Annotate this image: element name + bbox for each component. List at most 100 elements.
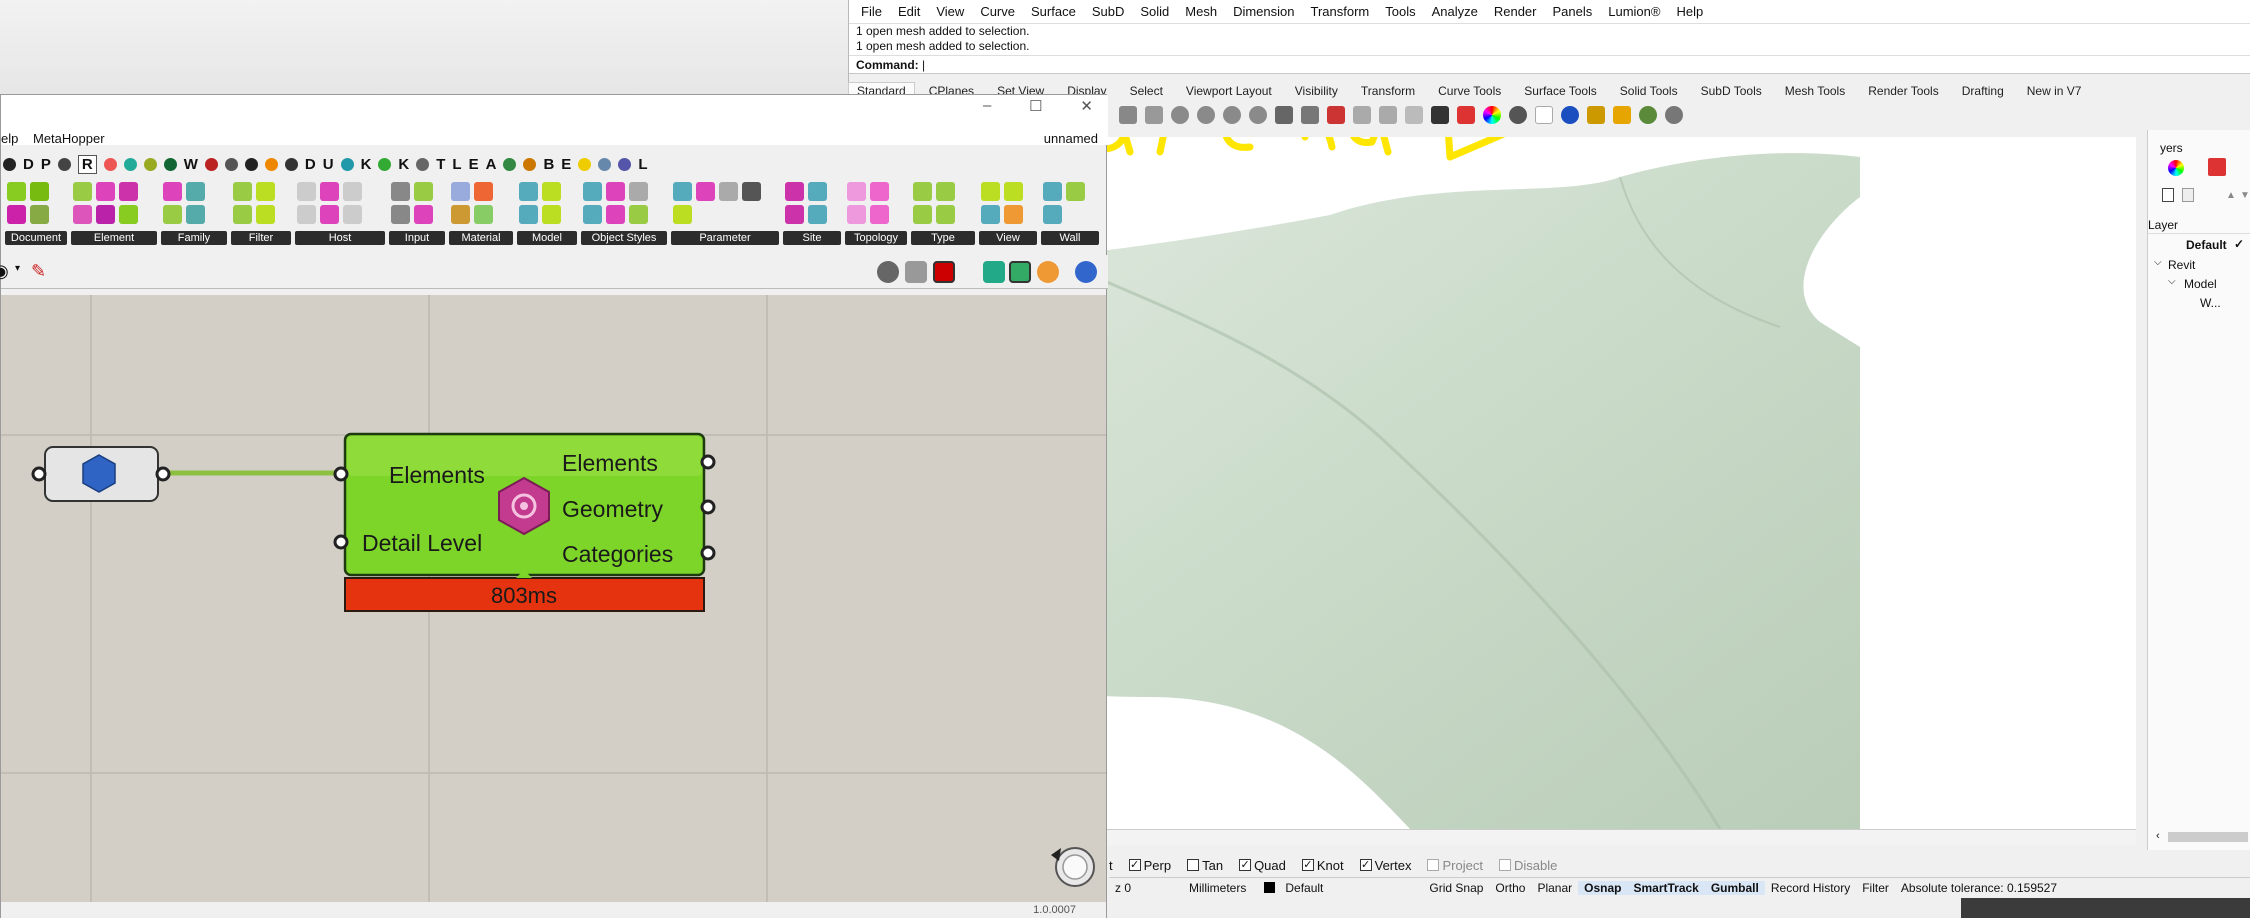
osnap-quad[interactable]: ✓ Quad bbox=[1239, 858, 1286, 873]
checkbox[interactable] bbox=[1187, 859, 1200, 871]
tab-mesh-tools[interactable]: Mesh Tools bbox=[1785, 84, 1845, 98]
checkbox[interactable] bbox=[1498, 859, 1511, 871]
osnap-knot[interactable]: ✓ Knot bbox=[1301, 858, 1344, 873]
horizontal-scrollbar[interactable] bbox=[2168, 832, 2248, 842]
tab-icon[interactable] bbox=[244, 157, 258, 171]
output-grip-geometry[interactable] bbox=[700, 499, 716, 515]
hide-icon[interactable] bbox=[1353, 106, 1371, 124]
tab-icon[interactable] bbox=[163, 157, 177, 171]
blank-icon[interactable] bbox=[1535, 106, 1553, 124]
preview-icon[interactable] bbox=[877, 261, 899, 283]
tab-icon[interactable] bbox=[123, 157, 137, 171]
tab-new-in-v7[interactable]: New in V7 bbox=[2027, 84, 2082, 98]
tab-l2[interactable]: L bbox=[638, 156, 647, 173]
light-icon[interactable] bbox=[1405, 106, 1423, 124]
selected-preview-icon[interactable] bbox=[983, 261, 1005, 283]
status-ortho[interactable]: Ortho bbox=[1489, 881, 1531, 895]
tab-k[interactable]: K bbox=[361, 156, 372, 173]
menu-surface[interactable]: Surface bbox=[1031, 4, 1076, 19]
menu-subd[interactable]: SubD bbox=[1092, 4, 1125, 19]
tab-visibility[interactable]: Visibility bbox=[1295, 84, 1338, 98]
color-wheel-icon[interactable] bbox=[1483, 106, 1501, 124]
close-icon[interactable]: ✕ bbox=[1080, 97, 1093, 117]
tab-transform[interactable]: Transform bbox=[1361, 84, 1415, 98]
tab-icon[interactable] bbox=[264, 157, 278, 171]
checkbox[interactable]: ✓ bbox=[1239, 859, 1252, 871]
tab-w[interactable]: W bbox=[184, 156, 198, 173]
material-preview-icon[interactable] bbox=[1037, 261, 1059, 283]
wireframe-icon[interactable] bbox=[905, 261, 927, 283]
menu-render[interactable]: Render bbox=[1494, 4, 1537, 19]
tab-drafting[interactable]: Drafting bbox=[1962, 84, 2004, 98]
new-sublayer-icon[interactable] bbox=[2182, 188, 2194, 202]
input-grip-elements[interactable] bbox=[333, 466, 349, 482]
sketch-pen-icon[interactable]: ✎ bbox=[31, 261, 46, 282]
layer-default[interactable]: Default bbox=[2186, 238, 2227, 252]
tab-k2[interactable]: K bbox=[398, 156, 409, 173]
chevron-down-icon[interactable]: ⌵ bbox=[2168, 276, 2176, 287]
menu-transform[interactable]: Transform bbox=[1310, 4, 1369, 19]
tab-surface-tools[interactable]: Surface Tools bbox=[1524, 84, 1597, 98]
tab-d[interactable]: D bbox=[23, 156, 34, 173]
layer-model[interactable]: Model bbox=[2184, 277, 2217, 291]
tab-subd-tools[interactable]: SubD Tools bbox=[1701, 84, 1762, 98]
tab-l[interactable]: L bbox=[452, 156, 461, 173]
tab-b[interactable]: B bbox=[543, 156, 554, 173]
menu-help[interactable]: Help bbox=[1676, 4, 1703, 19]
show-icon[interactable] bbox=[1379, 106, 1397, 124]
chevron-down-icon[interactable]: ⌵ bbox=[2154, 257, 2162, 268]
tab-icon[interactable] bbox=[284, 157, 298, 171]
status-smarttrack[interactable]: SmartTrack bbox=[1627, 880, 1705, 895]
osnap-disable[interactable]: Disable bbox=[1498, 858, 1557, 873]
mesh-preview-icon[interactable] bbox=[1009, 261, 1031, 283]
tab-icon[interactable] bbox=[578, 157, 592, 171]
status-planar[interactable]: Planar bbox=[1531, 881, 1578, 895]
layer-stack-icon[interactable] bbox=[2208, 158, 2226, 176]
tab-icon[interactable] bbox=[618, 157, 632, 171]
osnap-vertex[interactable]: ✓ Vertex bbox=[1359, 858, 1411, 873]
undo-view-icon[interactable] bbox=[1275, 106, 1293, 124]
lock-icon[interactable] bbox=[1431, 106, 1449, 124]
tab-icon[interactable] bbox=[103, 157, 117, 171]
current-layer[interactable]: Default bbox=[1258, 881, 1335, 895]
checkbox[interactable] bbox=[1427, 859, 1440, 871]
script-icon[interactable] bbox=[1613, 106, 1631, 124]
tab-icon[interactable] bbox=[523, 157, 537, 171]
tab-icon[interactable] bbox=[503, 157, 517, 171]
tab-solid-tools[interactable]: Solid Tools bbox=[1620, 84, 1678, 98]
checkbox[interactable]: ✓ bbox=[1128, 859, 1141, 871]
maximize-icon[interactable]: ☐ bbox=[1029, 97, 1042, 117]
tab-select[interactable]: Select bbox=[1130, 84, 1163, 98]
status-record-history[interactable]: Record History bbox=[1765, 881, 1856, 895]
tab-icon[interactable] bbox=[598, 157, 612, 171]
units-label[interactable]: Millimeters bbox=[1183, 881, 1252, 895]
tab-e[interactable]: E bbox=[469, 156, 479, 173]
tab-r[interactable]: R bbox=[77, 154, 97, 174]
render-sphere-icon[interactable] bbox=[1509, 106, 1527, 124]
zoom-extents-icon[interactable] bbox=[1223, 106, 1241, 124]
car-icon[interactable] bbox=[1327, 106, 1345, 124]
grasshopper-canvas[interactable]: Elements Detail Level Elements Geometry … bbox=[1, 295, 1106, 902]
osnap-project[interactable]: Project bbox=[1427, 858, 1483, 873]
menu-tools[interactable]: Tools bbox=[1385, 4, 1415, 19]
menu-solid[interactable]: Solid bbox=[1140, 4, 1169, 19]
move-down-icon[interactable]: ▼ bbox=[2240, 190, 2250, 201]
menu-metahopper[interactable]: MetaHopper bbox=[33, 131, 105, 146]
menu-edit[interactable]: Edit bbox=[898, 4, 920, 19]
tab-icon[interactable] bbox=[57, 157, 71, 171]
tab-d[interactable]: D bbox=[305, 156, 316, 173]
output-grip[interactable] bbox=[155, 466, 171, 482]
eye-icon[interactable]: ◉ bbox=[0, 261, 9, 282]
menu-panels[interactable]: Panels bbox=[1552, 4, 1592, 19]
osnap-perp[interactable]: ✓ Perp bbox=[1128, 858, 1171, 873]
tab-icon[interactable] bbox=[224, 157, 238, 171]
tab-p[interactable]: P bbox=[41, 156, 51, 173]
tab-t[interactable]: T bbox=[436, 156, 445, 173]
material-sphere-icon[interactable] bbox=[1561, 106, 1579, 124]
move-up-icon[interactable]: ▲ bbox=[2226, 190, 2236, 201]
menu-dimension[interactable]: Dimension bbox=[1233, 4, 1294, 19]
globe-icon[interactable] bbox=[1075, 261, 1097, 283]
command-prompt[interactable]: Command: | bbox=[849, 55, 2250, 74]
layer-wall[interactable]: W... bbox=[2200, 296, 2221, 310]
tab-a[interactable]: A bbox=[486, 156, 497, 173]
